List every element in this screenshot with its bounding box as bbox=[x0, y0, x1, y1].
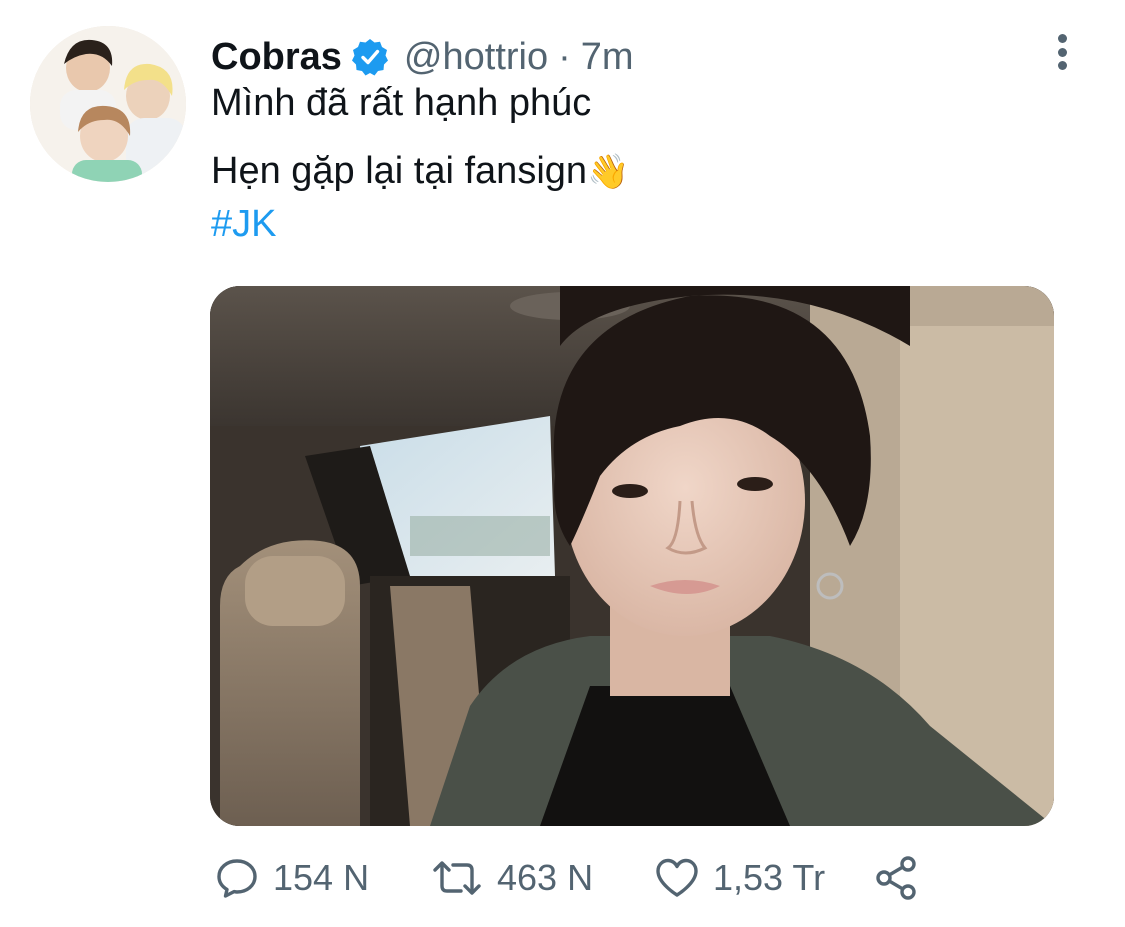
author-handle[interactable]: @hottrio bbox=[404, 36, 548, 79]
tweet-actions: 154 N 463 N 1,53 Tr bbox=[213, 850, 933, 906]
tweet-text-line: Hẹn gặp lại tại fansign👋 bbox=[211, 150, 629, 193]
heart-icon bbox=[656, 858, 698, 897]
like-button[interactable]: 1,53 Tr bbox=[653, 850, 825, 906]
tweet-timestamp[interactable]: 7m bbox=[581, 36, 634, 79]
tweet-text-fragment: Hẹn gặp lại tại fansign bbox=[211, 150, 588, 192]
share-icon bbox=[876, 856, 916, 900]
tweet-photo[interactable] bbox=[210, 286, 1054, 826]
reply-button[interactable]: 154 N bbox=[213, 850, 369, 906]
verified-badge-icon bbox=[350, 37, 390, 77]
waving-hand-emoji: 👋 bbox=[587, 153, 630, 191]
retweet-count: 463 N bbox=[497, 857, 594, 898]
retweet-icon bbox=[433, 861, 481, 895]
share-button[interactable] bbox=[873, 850, 933, 906]
reply-count: 154 N bbox=[273, 857, 370, 898]
hashtag-link[interactable]: #JK bbox=[211, 203, 276, 246]
tweet-card[interactable]: Cobras @hottrio · 7m Mình đã rất hạnh ph… bbox=[0, 0, 1125, 927]
retweet-button[interactable]: 463 N bbox=[429, 850, 593, 906]
tweet-text-line: Mình đã rất hạnh phúc bbox=[211, 82, 592, 124]
author-display-name[interactable]: Cobras bbox=[211, 36, 342, 79]
tweet-header: Cobras @hottrio · 7m bbox=[211, 34, 634, 80]
avatar[interactable] bbox=[30, 26, 186, 182]
reply-bubble-icon bbox=[217, 859, 257, 898]
like-count: 1,53 Tr bbox=[713, 857, 826, 898]
meta-separator: · bbox=[558, 35, 571, 78]
more-vertical-icon[interactable] bbox=[1046, 30, 1078, 74]
